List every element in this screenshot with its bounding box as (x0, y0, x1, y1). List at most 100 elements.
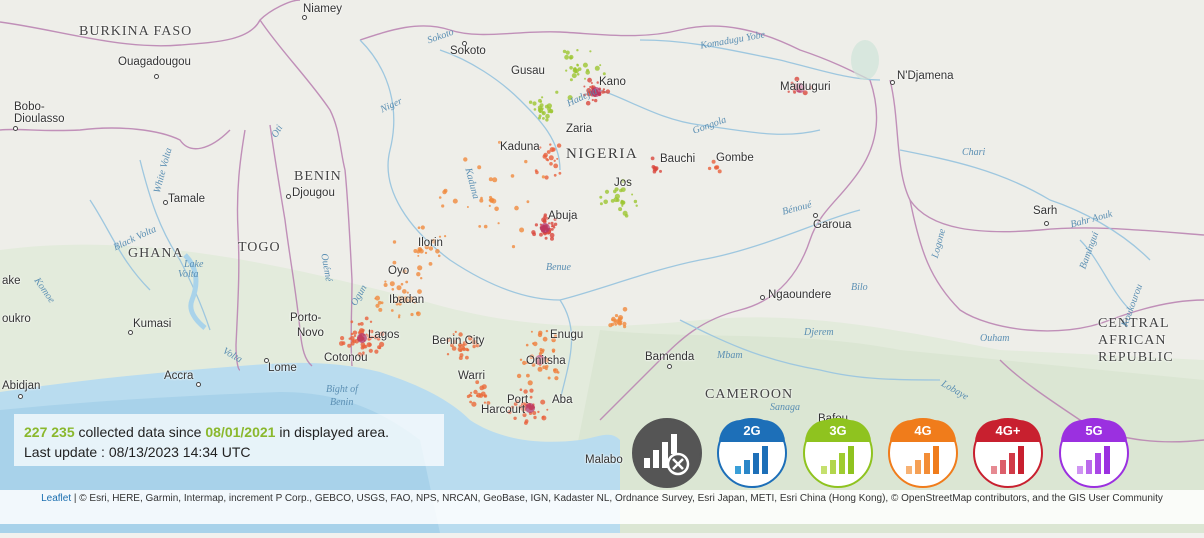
measurement-dot (548, 222, 551, 225)
measurement-dot (599, 202, 603, 206)
city-dot (18, 394, 23, 399)
measurement-dot (553, 173, 557, 177)
measurement-dot (551, 348, 556, 353)
measurement-dot (479, 198, 484, 203)
leaflet-link[interactable]: Leaflet (41, 493, 71, 504)
measurement-dot (470, 391, 473, 394)
measurement-dot (477, 165, 482, 170)
measurement-dot (586, 68, 590, 72)
measurement-dot (650, 156, 655, 161)
city-label-lagos: Lagos (368, 329, 400, 341)
measurement-dot (532, 232, 536, 237)
measurement-dot (402, 289, 407, 294)
map-attribution: Leaflet | © Esri, HERE, Garmin, Intermap… (0, 490, 1204, 524)
measurement-dot (707, 166, 712, 171)
measurement-dot (545, 157, 549, 161)
country-label-benin: BENIN (294, 169, 342, 184)
measurement-dot (410, 312, 414, 317)
measurement-dot (537, 366, 543, 372)
city-label-gombe: Gombe (716, 152, 754, 164)
measurement-dot (441, 204, 445, 208)
measurement-dot (533, 108, 537, 111)
measurement-dot (546, 408, 549, 411)
city-label-oukro: oukro (2, 313, 31, 325)
measurement-dot (375, 303, 380, 308)
measurement-dot (357, 322, 361, 326)
measurement-dot (374, 349, 379, 354)
measurement-dot (476, 394, 479, 397)
measurement-dot (554, 376, 559, 381)
measurement-dot (545, 118, 549, 122)
measurement-dot (524, 419, 529, 424)
city-label-benin-city: Benin City (432, 335, 485, 347)
measurement-dot (390, 309, 394, 312)
measurement-dot (542, 218, 547, 223)
measurement-dot (553, 159, 556, 162)
measurement-dot (534, 223, 539, 227)
country-label-cameroon: CAMEROON (705, 387, 794, 402)
city-label-dioulasso: Dioulasso (14, 113, 65, 125)
city-label-ouagadougou: Ouagadougou (118, 56, 191, 68)
measurement-dot (359, 328, 364, 334)
measurement-dot (483, 224, 488, 229)
measurement-dot (514, 205, 519, 211)
measurement-dot (400, 282, 404, 286)
stats-text-2: in displayed area. (275, 424, 390, 440)
measurement-hotspot (357, 333, 367, 343)
filter-no-network-button[interactable] (632, 418, 702, 488)
measurement-dot (532, 342, 535, 345)
city-label-kumasi: Kumasi (133, 318, 172, 330)
measurement-dot (528, 100, 533, 104)
measurement-dot (549, 162, 553, 166)
measurement-dot (556, 157, 559, 160)
measurement-dot (547, 376, 551, 380)
filter-4g-plus-button[interactable]: 4G+ (973, 418, 1043, 488)
city-label-tamale: Tamale (168, 193, 206, 205)
measurement-dot (618, 207, 623, 212)
measurement-dot (602, 88, 606, 91)
signal-bars-icon (735, 446, 768, 474)
measurement-dot (714, 166, 717, 169)
city-label-onitsha: Onitsha (526, 355, 566, 367)
measurement-dot (553, 163, 559, 169)
filter-5g-button[interactable]: 5G (1059, 418, 1129, 488)
city-label-zaria: Zaria (566, 123, 593, 135)
measurement-dot (550, 236, 554, 241)
measurement-dot (416, 311, 421, 317)
measurement-dot (416, 272, 421, 277)
country-label-togo: TOGO (238, 240, 281, 255)
measurement-dot (576, 73, 580, 76)
measurement-dot (614, 193, 621, 199)
measurement-dot (526, 373, 530, 378)
measurement-dot (529, 395, 533, 399)
measurement-dot (603, 91, 606, 94)
city-dot (286, 194, 291, 199)
measurement-dot (589, 50, 592, 53)
measurement-dot (364, 316, 369, 321)
filter-3g-button[interactable]: 3G (803, 418, 873, 488)
measurement-dot (538, 114, 542, 118)
water-label-benin-bight: Benin (330, 397, 354, 408)
measurement-hotspot (540, 223, 550, 233)
measurement-dot (428, 262, 433, 266)
filter-4g-button[interactable]: 4G (888, 418, 958, 488)
city-label-novo: Novo (297, 327, 324, 339)
city-label-ndjamena: N'Djamena (897, 70, 954, 82)
measurement-dot (594, 98, 598, 103)
measurement-dot (611, 316, 616, 322)
measurement-dot (469, 400, 472, 404)
filter-2g-button[interactable]: 2G (717, 418, 787, 488)
measurement-dot (417, 265, 423, 271)
measurement-dot (583, 85, 586, 88)
measurement-dot (550, 110, 553, 114)
measurement-dot (631, 193, 634, 196)
measurement-dot (438, 196, 442, 199)
measurement-dot (392, 260, 397, 265)
measurement-dot (541, 111, 546, 116)
measurement-dot (442, 189, 447, 195)
measurement-dot (478, 225, 482, 228)
measurement-dot (420, 277, 423, 280)
measurement-dot (621, 204, 624, 207)
water-label-sanaga: Sanaga (770, 402, 800, 413)
city-label-garoua: Garoua (813, 219, 852, 231)
